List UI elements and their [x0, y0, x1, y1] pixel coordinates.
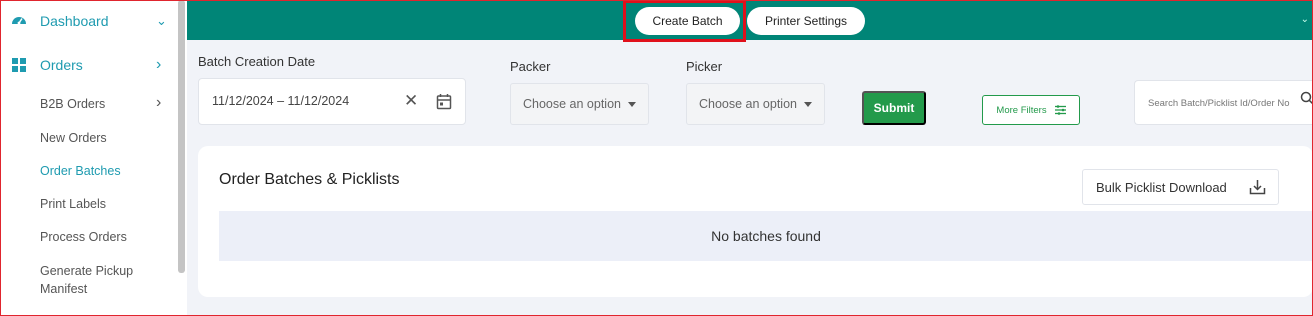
nav-print-labels[interactable]: Print Labels: [40, 197, 106, 211]
date-range-value: 11/12/2024 – 11/12/2024: [212, 94, 350, 108]
nav-orders[interactable]: Orders ›: [10, 56, 161, 74]
nav-b2b-orders[interactable]: B2B Orders ›: [40, 94, 161, 111]
download-icon: [1249, 179, 1266, 198]
caret-down-icon: [628, 102, 636, 107]
picker-select[interactable]: Choose an option: [686, 83, 825, 125]
printer-settings-button[interactable]: Printer Settings: [747, 7, 865, 35]
search-field[interactable]: Search Batch/Picklist Id/Order No: [1134, 80, 1313, 125]
grid-icon: [10, 56, 28, 74]
chevron-down-icon: ⌄: [156, 13, 167, 28]
highlight-box: [623, 0, 746, 42]
chevron-right-icon: ›: [156, 56, 162, 73]
nav-orders-label: Orders: [40, 57, 83, 73]
dashboard-icon: [10, 12, 28, 30]
batch-date-label: Batch Creation Date: [198, 54, 316, 69]
nav-generate-pickup[interactable]: Generate Pickup: [40, 264, 133, 278]
nav-process-orders[interactable]: Process Orders: [40, 230, 127, 244]
more-filters-label: More Filters: [996, 104, 1047, 116]
nav-dashboard-label: Dashboard: [40, 13, 109, 29]
bulk-picklist-download-button[interactable]: Bulk Picklist Download: [1082, 169, 1279, 205]
calendar-icon[interactable]: [436, 93, 452, 115]
caret-down-icon: [804, 102, 812, 107]
bulk-download-label: Bulk Picklist Download: [1096, 179, 1227, 195]
submit-button[interactable]: Submit: [862, 91, 926, 125]
date-range-field[interactable]: 11/12/2024 – 11/12/2024 ✕: [198, 78, 466, 125]
chevron-down-icon: ⌄: [1300, 14, 1309, 25]
nav-dashboard[interactable]: Dashboard ⌄: [10, 12, 167, 30]
empty-state-row: No batches found: [219, 211, 1313, 261]
search-icon[interactable]: [1300, 91, 1313, 110]
sliders-icon: [1054, 105, 1066, 115]
nav-manifest-label: Manifest: [40, 282, 88, 296]
chevron-right-icon: ›: [156, 94, 162, 111]
empty-state-message: No batches found: [711, 228, 821, 244]
nav-order-batches[interactable]: Order Batches: [40, 164, 121, 178]
packer-placeholder: Choose an option: [523, 97, 621, 111]
search-placeholder: Search Batch/Picklist Id/Order No: [1148, 98, 1290, 109]
nav-new-orders[interactable]: New Orders: [40, 131, 107, 145]
clear-icon[interactable]: ✕: [404, 91, 418, 111]
nav-b2b-orders-label: B2B Orders: [40, 97, 106, 111]
page-title: Order Batches & Picklists: [219, 171, 400, 188]
packer-label: Packer: [510, 59, 551, 74]
sidebar-scrollbar[interactable]: [178, 0, 185, 273]
more-filters-button[interactable]: More Filters: [982, 95, 1080, 125]
packer-select[interactable]: Choose an option: [510, 83, 649, 125]
picker-placeholder: Choose an option: [699, 97, 797, 111]
picker-label: Picker: [686, 59, 723, 74]
nav-generate-pickup-label: Generate Pickup: [40, 264, 134, 278]
sidebar: Dashboard ⌄ Orders › B2B Orders › New Or…: [0, 0, 187, 316]
